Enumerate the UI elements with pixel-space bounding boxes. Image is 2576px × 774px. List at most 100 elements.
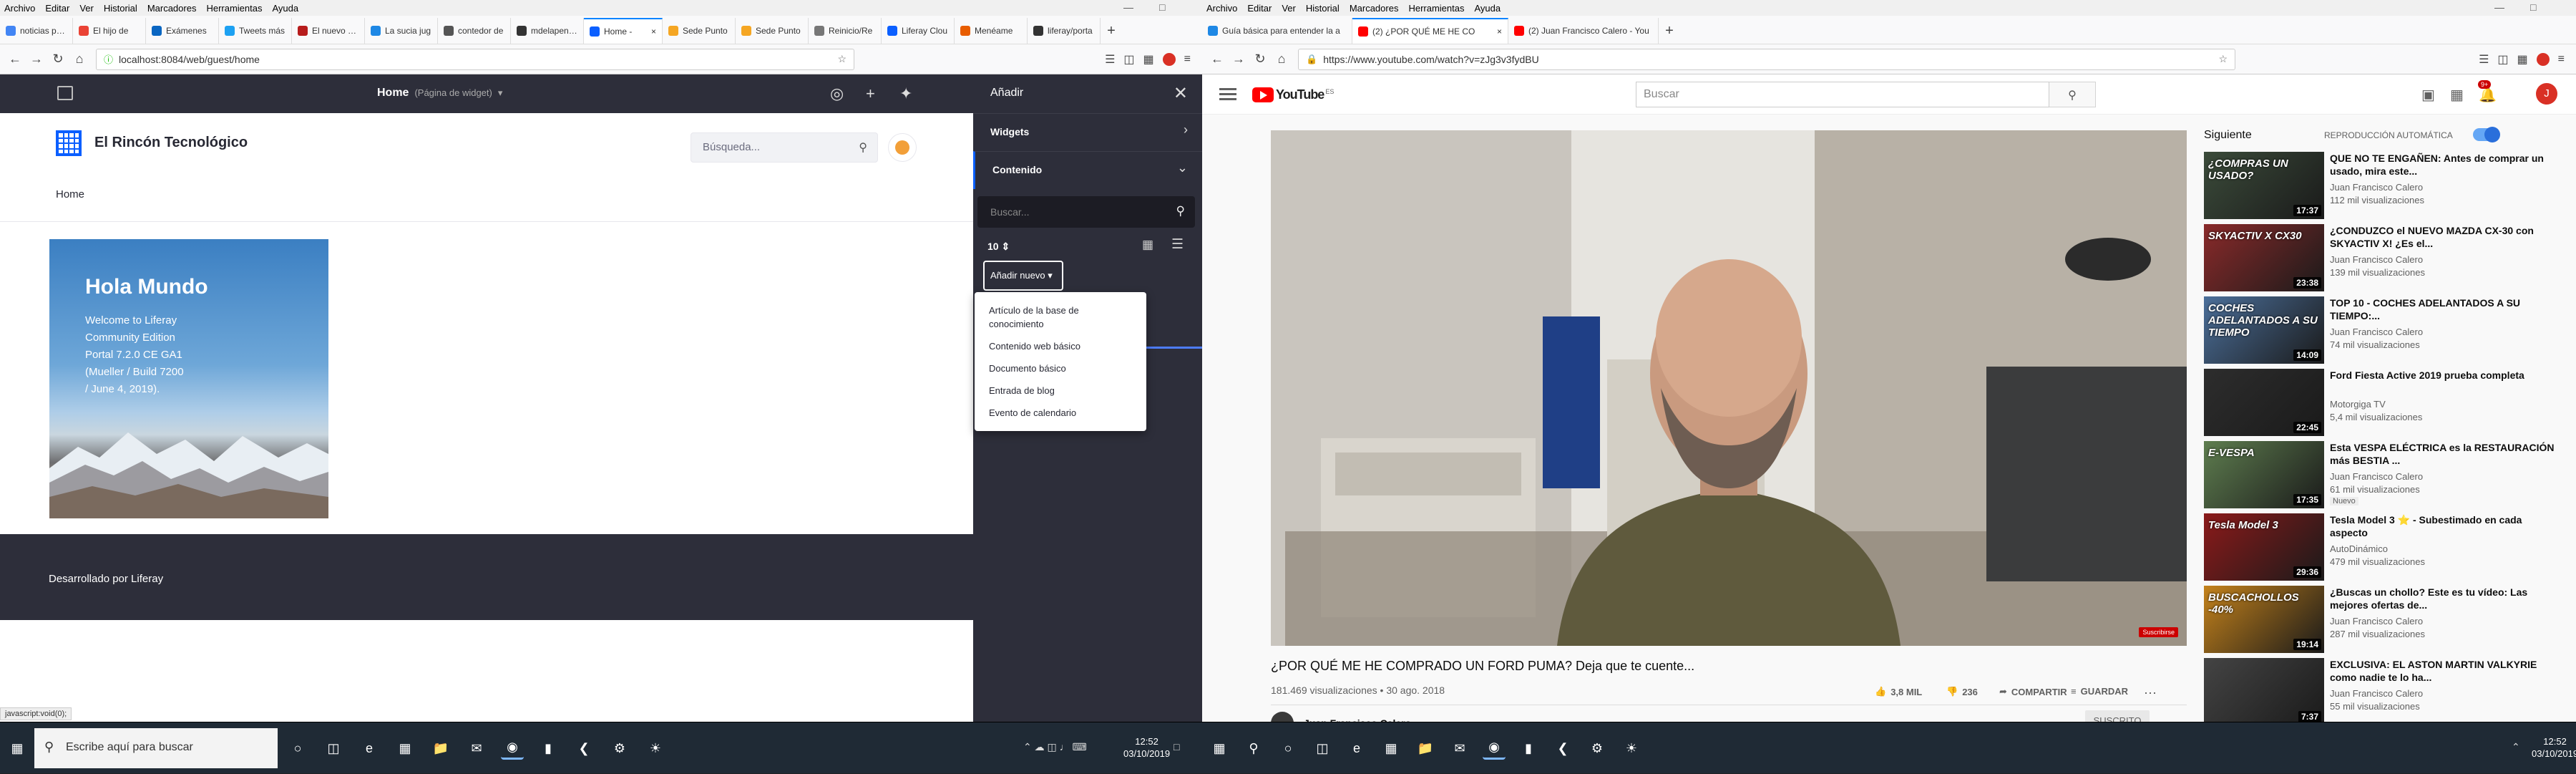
browser-tab[interactable]: Liferay Clou xyxy=(882,18,955,44)
url-bar[interactable]: ⓘ localhost:8084/web/guest/home ☆ xyxy=(96,48,854,70)
browser-tab[interactable]: liferay/porta xyxy=(1028,18,1101,44)
edge-icon[interactable]: e xyxy=(1345,737,1368,760)
recommended-channel[interactable]: Juan Francisco Calero xyxy=(2330,688,2423,699)
youtube-search-input[interactable]: Buscar xyxy=(1636,82,2049,107)
dislike-button[interactable]: 👎 236 xyxy=(1946,686,1978,697)
recommended-channel[interactable]: Juan Francisco Calero xyxy=(2330,471,2423,482)
explorer-icon[interactable]: 📁 xyxy=(429,737,452,760)
upload-video-icon[interactable]: ▣ xyxy=(2421,86,2435,104)
edge-icon[interactable]: e xyxy=(358,737,381,760)
save-button[interactable]: ≡ GUARDAR xyxy=(2071,686,2128,697)
video-player[interactable]: Suscribirse xyxy=(1271,130,2187,646)
site-search-input[interactable]: Búsqueda... ⚲ xyxy=(691,132,878,163)
explorer-icon[interactable]: 📁 xyxy=(1414,737,1437,760)
browser-tab[interactable]: Reinicio/Re xyxy=(809,18,882,44)
reload-icon[interactable]: ↻ xyxy=(47,49,69,70)
menu-item[interactable]: Ayuda xyxy=(272,3,298,14)
grid-view-icon[interactable]: ▦ xyxy=(1142,238,1153,252)
recommended-video[interactable]: 22:45 Ford Fiesta Active 2019 prueba comp… xyxy=(2204,369,2562,436)
like-button[interactable]: 👍 3,8 MIL xyxy=(1875,686,1922,697)
firefox-icon[interactable]: ◉ xyxy=(501,737,524,760)
site-logo[interactable] xyxy=(56,130,82,156)
browser-tab[interactable]: contedor de xyxy=(438,18,511,44)
video-thumbnail[interactable]: SKYACTIV X CX30 23:38 xyxy=(2204,224,2324,291)
notifications-center-icon[interactable]: □ xyxy=(1174,741,1179,753)
menu-item[interactable]: Herramientas xyxy=(206,3,262,14)
app2-icon[interactable]: ☀ xyxy=(644,737,667,760)
recommended-video[interactable]: Tesla Model 3 29:36 Tesla Model 3 ⭐ - Sube… xyxy=(2204,513,2562,581)
forward-icon[interactable]: → xyxy=(1228,49,1249,70)
task-view-icon[interactable]: ◫ xyxy=(1311,737,1334,760)
mail-icon[interactable]: ✉ xyxy=(465,737,488,760)
browser-tab[interactable]: Home - × xyxy=(584,18,663,44)
menu-item[interactable]: Historial xyxy=(104,3,137,14)
browser-tab[interactable]: Sede Punto xyxy=(736,18,809,44)
browser-tab[interactable]: El nuevo Ho xyxy=(292,18,365,44)
store-icon[interactable]: ▦ xyxy=(394,737,416,760)
menu-item[interactable]: Marcadores xyxy=(1350,3,1399,14)
menu-item[interactable]: Archivo xyxy=(4,3,35,14)
recommended-channel[interactable]: Juan Francisco Calero xyxy=(2330,326,2423,337)
recommended-title[interactable]: Esta VESPA ELÉCTRICA es la RESTAURACIÓN … xyxy=(2330,441,2559,467)
add-new-button[interactable]: Añadir nuevo ▾ xyxy=(983,261,1063,291)
browser-tab[interactable]: El hijo de xyxy=(73,18,146,44)
menu-item[interactable]: Editar xyxy=(1247,3,1272,14)
channel-watermark[interactable]: Suscribirse xyxy=(2139,627,2178,637)
recommended-channel[interactable]: Juan Francisco Calero xyxy=(2330,616,2423,627)
account-avatar[interactable]: J xyxy=(2536,83,2557,105)
add-icon[interactable]: + xyxy=(866,84,875,103)
video-thumbnail[interactable]: BUSCACHOLLOS -40% 19:14 xyxy=(2204,586,2324,653)
recommended-channel[interactable]: Motorgiga TV xyxy=(2330,399,2386,410)
chevron-down-icon[interactable]: ▾ xyxy=(498,87,503,98)
recommended-channel[interactable]: Juan Francisco Calero xyxy=(2330,182,2423,193)
tab-close-icon[interactable]: × xyxy=(1497,26,1502,37)
recommended-title[interactable]: Tesla Model 3 ⭐ - Subestimado en cada as… xyxy=(2330,513,2559,539)
app-icon[interactable]: ⚙ xyxy=(1586,737,1609,760)
tab-close-icon[interactable]: × xyxy=(651,26,656,37)
recommended-video[interactable]: SKYACTIV X CX30 23:38 ¿CONDUZCO el NUEVO M… xyxy=(2204,224,2562,291)
windows-start-icon[interactable]: ▦ xyxy=(6,737,29,760)
browser-tab[interactable]: Menéame xyxy=(955,18,1028,44)
app-icon[interactable]: ⚙ xyxy=(608,737,631,760)
browser-tab[interactable]: La sucia jug xyxy=(365,18,438,44)
add-new-menu-item[interactable]: Entrada de blog xyxy=(975,379,1146,402)
minimize-icon[interactable]: — xyxy=(1123,1,1133,13)
bookmark-icon[interactable]: ☆ xyxy=(2218,53,2228,65)
video-thumbnail[interactable]: 7:37 xyxy=(2204,658,2324,725)
guide-menu-icon[interactable] xyxy=(1219,86,1236,103)
home-icon[interactable]: ⌂ xyxy=(1271,49,1292,70)
search-icon[interactable]: ⚲ xyxy=(1242,737,1265,760)
menu-item[interactable]: Marcadores xyxy=(147,3,197,14)
reload-icon[interactable]: ↻ xyxy=(1249,49,1271,70)
recommended-channel[interactable]: AutoDinámico xyxy=(2330,543,2388,554)
system-tray[interactable]: ⌃ ☁ ◫ ♩ ⌨ xyxy=(1023,741,1087,753)
app2-icon[interactable]: ☀ xyxy=(1620,737,1643,760)
library-icon[interactable]: ☰ xyxy=(1105,52,1115,67)
avatar-icon[interactable] xyxy=(2536,52,2550,66)
recommended-title[interactable]: ¿Buscas un chollo? Este es tu vídeo: Las… xyxy=(2330,586,2559,611)
extension-icon[interactable]: ▦ xyxy=(1143,52,1154,67)
cortana-icon[interactable]: ○ xyxy=(1277,737,1299,760)
sidebar-icon[interactable]: ◫ xyxy=(1123,52,1134,67)
menu-item[interactable]: Editar xyxy=(45,3,69,14)
browser-tab[interactable]: Tweets más xyxy=(219,18,292,44)
recommended-channel[interactable]: Juan Francisco Calero xyxy=(2330,254,2423,265)
widgets-section[interactable]: Widgets › xyxy=(973,113,1202,151)
sidebar-icon[interactable]: ◫ xyxy=(2497,52,2508,67)
back-icon[interactable]: ← xyxy=(1206,49,1228,70)
menu-item[interactable]: Ver xyxy=(1282,3,1296,14)
close-icon[interactable]: ✕ xyxy=(1174,83,1188,104)
video-thumbnail[interactable]: Tesla Model 3 29:36 xyxy=(2204,513,2324,581)
cortana-icon[interactable]: ○ xyxy=(286,737,309,760)
new-tab-icon[interactable]: + xyxy=(1659,18,1680,44)
extension-icon[interactable]: ▦ xyxy=(2517,52,2528,67)
share-button[interactable]: ➦ COMPARTIR xyxy=(1999,686,2067,697)
library-icon[interactable]: ☰ xyxy=(2479,52,2489,67)
system-tray[interactable]: ⌃ xyxy=(2512,741,2520,753)
vscode-icon[interactable]: ❮ xyxy=(1551,737,1574,760)
items-per-page[interactable]: 10 ⇕ xyxy=(987,241,1010,253)
terminal-icon[interactable]: ▮ xyxy=(1517,737,1540,760)
youtube-logo[interactable]: YouTube ES xyxy=(1252,87,1334,102)
nav-item-home[interactable]: Home xyxy=(56,188,84,200)
recommended-video[interactable]: BUSCACHOLLOS -40% 19:14 ¿Buscas un chollo?… xyxy=(2204,586,2562,653)
